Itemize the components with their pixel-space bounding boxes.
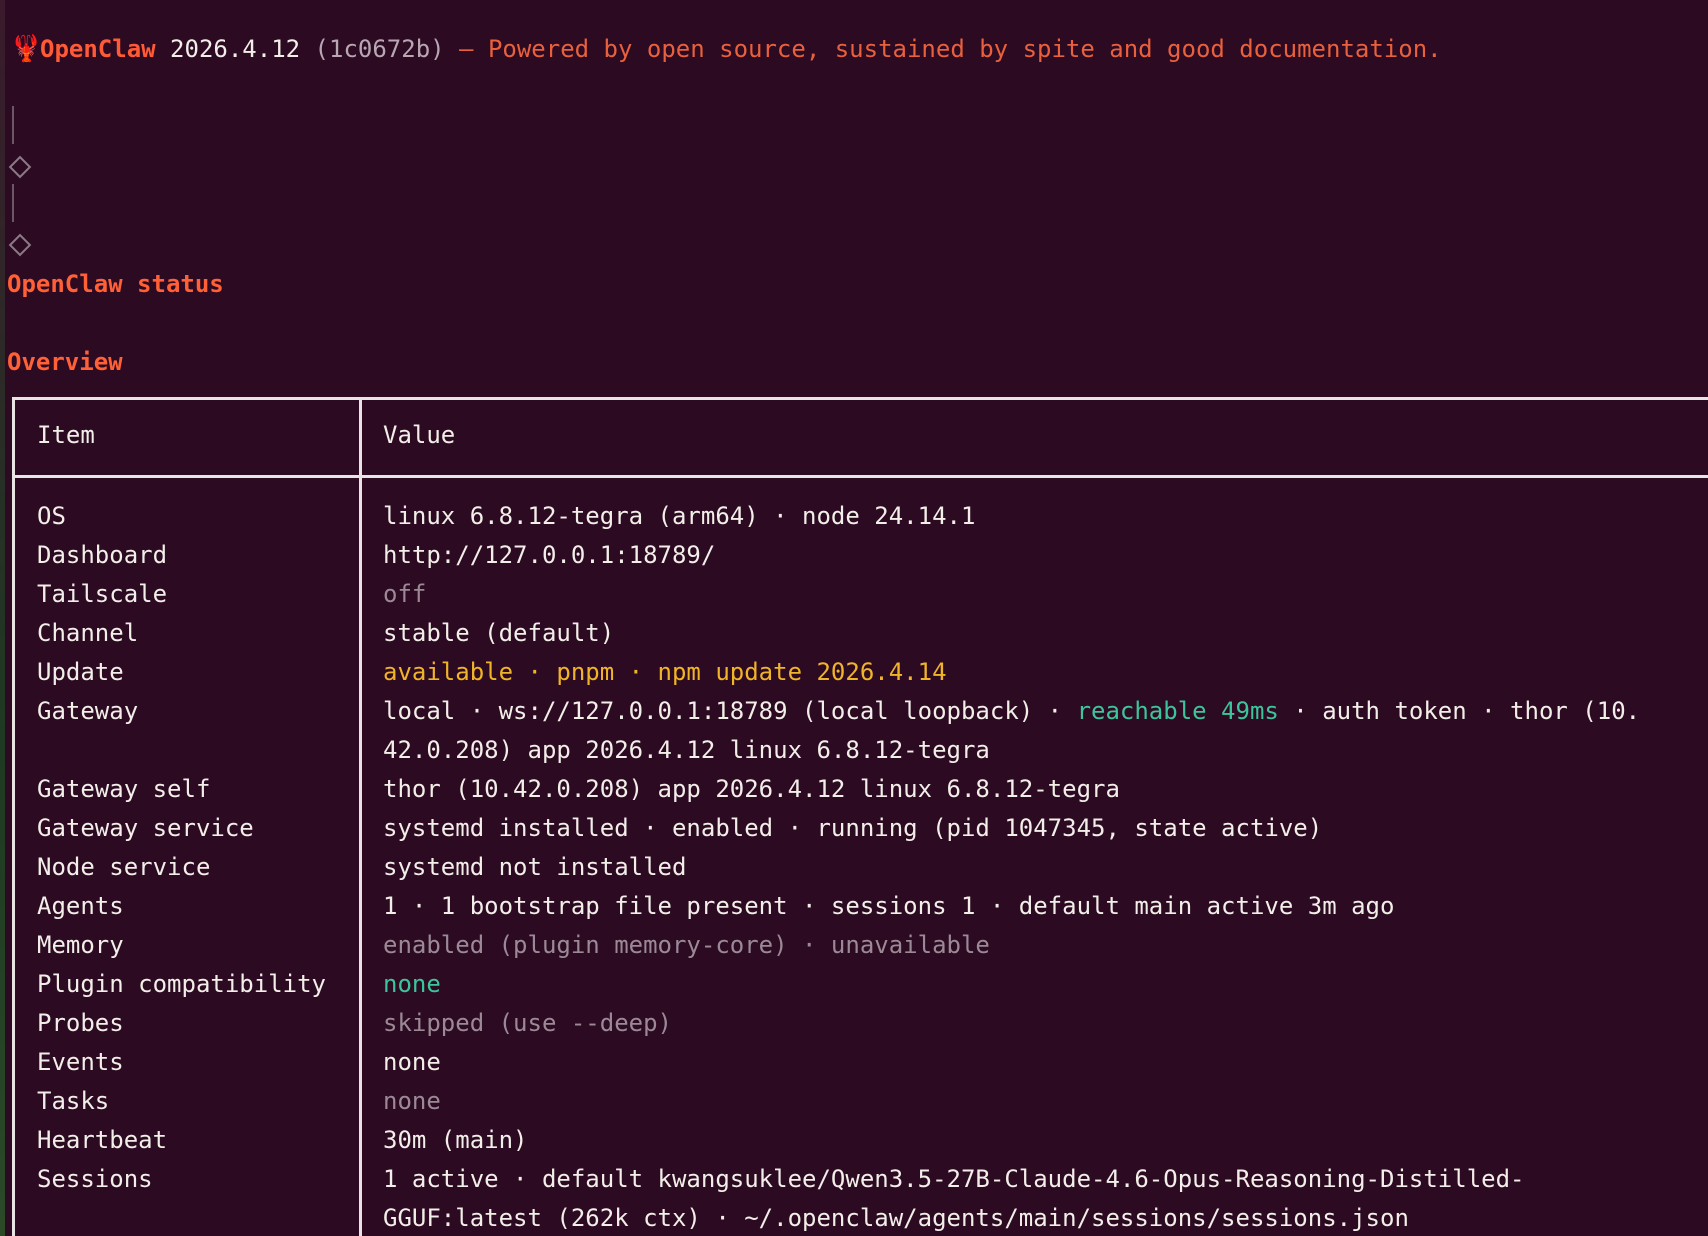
row-label-gateway-self: Gateway self bbox=[37, 775, 211, 803]
gateway-value-part: local · ws://127.0.0.1:18789 (local loop… bbox=[383, 697, 1077, 725]
row-value-events: none bbox=[383, 1048, 441, 1076]
row-label-channel: Channel bbox=[37, 619, 139, 647]
row-value-gateway-self: thor (10.42.0.208) app 2026.4.12 linux 6… bbox=[383, 775, 1120, 803]
row-value-node-service: systemd not installed bbox=[383, 853, 687, 881]
status-heading: OpenClaw status bbox=[7, 270, 224, 298]
rail-line bbox=[12, 184, 14, 222]
overview-heading: Overview bbox=[7, 348, 123, 376]
row-label-node-service: Node service bbox=[37, 853, 211, 881]
row-value-heartbeat: 30m (main) bbox=[383, 1126, 528, 1154]
row-label-dashboard: Dashboard bbox=[37, 541, 168, 569]
row-label-sessions: Sessions bbox=[37, 1165, 153, 1193]
terminal-left-edge bbox=[0, 0, 5, 1236]
row-value-os: linux 6.8.12-tegra (arm64) · node 24.14.… bbox=[383, 502, 976, 530]
tagline: — Powered by open source, sustained by s… bbox=[459, 35, 1442, 63]
diamond-icon bbox=[8, 155, 32, 179]
diamond-icon bbox=[8, 233, 32, 257]
header-divider bbox=[15, 475, 1708, 478]
dashboard-link[interactable]: http://127.0.0.1:18789/ bbox=[383, 540, 715, 570]
lobster-icon: 🦞 bbox=[10, 34, 43, 64]
row-value-channel: stable (default) bbox=[383, 619, 615, 647]
row-label-agents: Agents bbox=[37, 892, 124, 920]
row-label-update: Update bbox=[37, 658, 124, 686]
row-label-heartbeat: Heartbeat bbox=[37, 1126, 168, 1154]
banner: 🦞OpenClaw 2026.4.12 (1c0672b) — Powered … bbox=[10, 34, 1442, 64]
row-label-memory: Memory bbox=[37, 931, 124, 959]
column-header-item: Item bbox=[37, 421, 95, 449]
row-label-gateway: Gateway bbox=[37, 697, 139, 725]
row-value-update: available · pnpm · npm update 2026.4.14 bbox=[383, 658, 947, 686]
gateway-reachable-status: reachable 49ms bbox=[1076, 697, 1279, 725]
version: 2026.4.12 bbox=[170, 35, 301, 63]
column-header-value: Value bbox=[383, 421, 456, 449]
row-label-plugin-compatibility: Plugin compatibility bbox=[37, 970, 326, 998]
gateway-value-part: · auth token · thor (10. bbox=[1278, 697, 1641, 725]
row-value-sessions-cont: GGUF:latest (262k ctx) · ~/.openclaw/age… bbox=[383, 1204, 1409, 1232]
row-value-memory: enabled (plugin memory-core) · unavailab… bbox=[383, 931, 990, 959]
row-value-sessions: 1 active · default kwangsuklee/Qwen3.5-2… bbox=[383, 1165, 1525, 1193]
overview-table: Item Value OS linux 6.8.12-tegra (arm64)… bbox=[12, 397, 1708, 1236]
row-label-events: Events bbox=[37, 1048, 124, 1076]
brand-name: OpenClaw bbox=[40, 35, 156, 63]
row-value-tailscale: off bbox=[383, 580, 427, 608]
row-value-plugin-compatibility: none bbox=[383, 970, 441, 998]
row-label-os: OS bbox=[37, 502, 66, 530]
rail-line bbox=[12, 106, 14, 144]
row-value-gateway-service: systemd installed · enabled · running (p… bbox=[383, 814, 1323, 842]
row-value-agents: 1 · 1 bootstrap file present · sessions … bbox=[383, 892, 1395, 920]
column-divider bbox=[359, 400, 362, 1236]
row-label-tailscale: Tailscale bbox=[37, 580, 168, 608]
row-value-probes: skipped (use --deep) bbox=[383, 1009, 672, 1037]
row-value-gateway-cont: 42.0.208) app 2026.4.12 linux 6.8.12-teg… bbox=[383, 736, 990, 764]
commit-hash: (1c0672b) bbox=[314, 35, 445, 63]
row-label-tasks: Tasks bbox=[37, 1087, 110, 1115]
row-value-gateway: local · ws://127.0.0.1:18789 (local loop… bbox=[383, 696, 1640, 726]
row-label-probes: Probes bbox=[37, 1009, 124, 1037]
row-label-gateway-service: Gateway service bbox=[37, 814, 254, 842]
row-value-tasks: none bbox=[383, 1087, 441, 1115]
